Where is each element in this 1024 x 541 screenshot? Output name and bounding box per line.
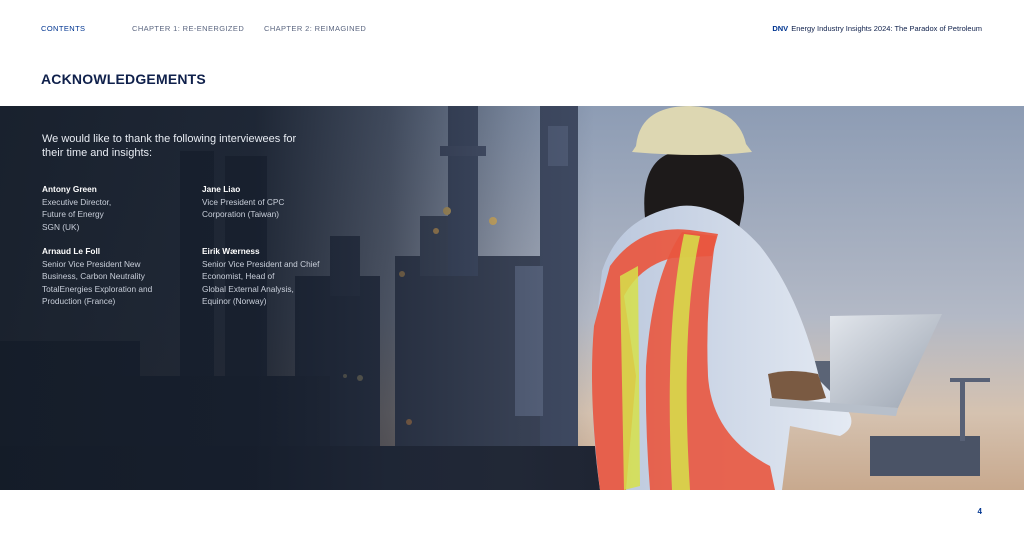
page-title: ACKNOWLEDGEMENTS (41, 71, 206, 87)
interviewee-jane-liao: Jane Liao Vice President of CPC Corporat… (202, 183, 352, 221)
interviewee-eirik-waerness: Eirik Wærness Senior Vice President and … (202, 245, 352, 308)
nav-chapter-1-link[interactable]: CHAPTER 1: RE-ENERGIZED (132, 24, 244, 33)
top-navigation: CONTENTS CHAPTER 1: RE-ENERGIZED CHAPTER… (0, 0, 1024, 56)
interviewee-role: Senior Vice President and Chief Economis… (202, 258, 320, 307)
nav-chapter-2-link[interactable]: CHAPTER 2: REIMAGINED (264, 24, 366, 33)
interviewee-name: Eirik Wærness (202, 246, 260, 256)
interviewee-arnaud-le-foll: Arnaud Le Foll Senior Vice President New… (42, 245, 192, 308)
interviewee-role: Executive Director, Future of Energy SGN… (42, 196, 112, 232)
nav-contents-link[interactable]: CONTENTS (41, 24, 85, 33)
interviewee-name: Arnaud Le Foll (42, 246, 101, 256)
dnv-logo: DNV (772, 24, 789, 33)
page-number: 4 (977, 507, 982, 516)
interviewee-antony-green: Antony Green Executive Director, Future … (42, 183, 192, 233)
interviewee-name: Jane Liao (202, 184, 241, 194)
document-title: DNV Energy Industry Insights 2024: The Pa… (772, 24, 982, 33)
intro-text: We would like to thank the following int… (42, 133, 297, 159)
interviewee-role: Senior Vice President New Business, Carb… (42, 258, 153, 307)
document-title-text: Energy Industry Insights 2024: The Parad… (791, 24, 982, 33)
hero-banner: We would like to thank the following int… (0, 106, 1024, 490)
interviewee-role: Vice President of CPC Corporation (Taiwa… (202, 196, 285, 220)
interviewee-name: Antony Green (42, 184, 97, 194)
